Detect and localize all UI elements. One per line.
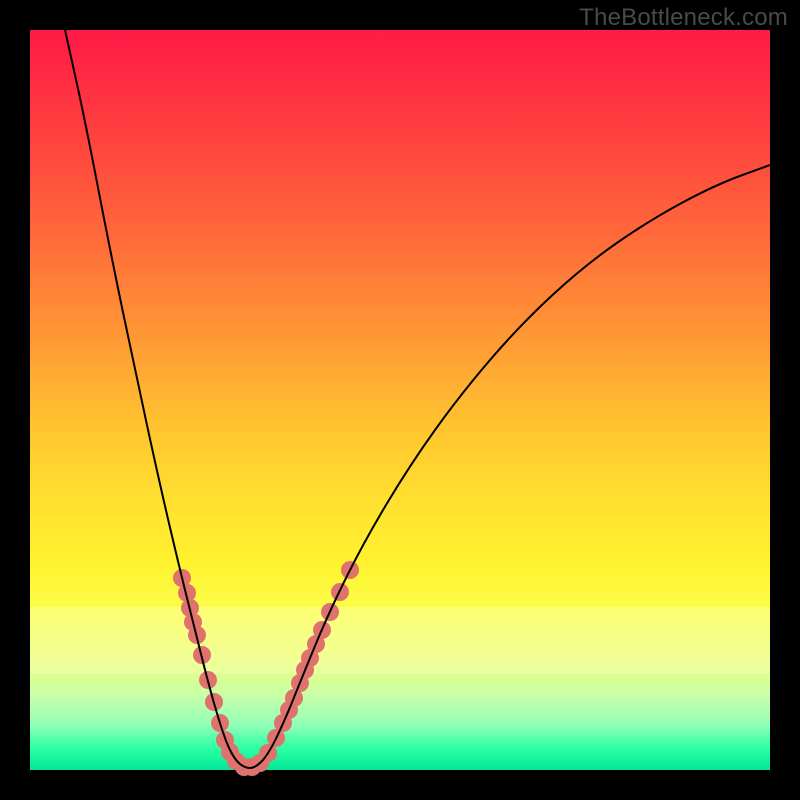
- outer-frame: TheBottleneck.com: [0, 0, 800, 800]
- chart-svg: [30, 30, 770, 770]
- dots-group: [173, 561, 359, 776]
- bottleneck-curve: [65, 30, 770, 768]
- watermark-label: TheBottleneck.com: [579, 4, 788, 32]
- plot-area: [30, 30, 770, 770]
